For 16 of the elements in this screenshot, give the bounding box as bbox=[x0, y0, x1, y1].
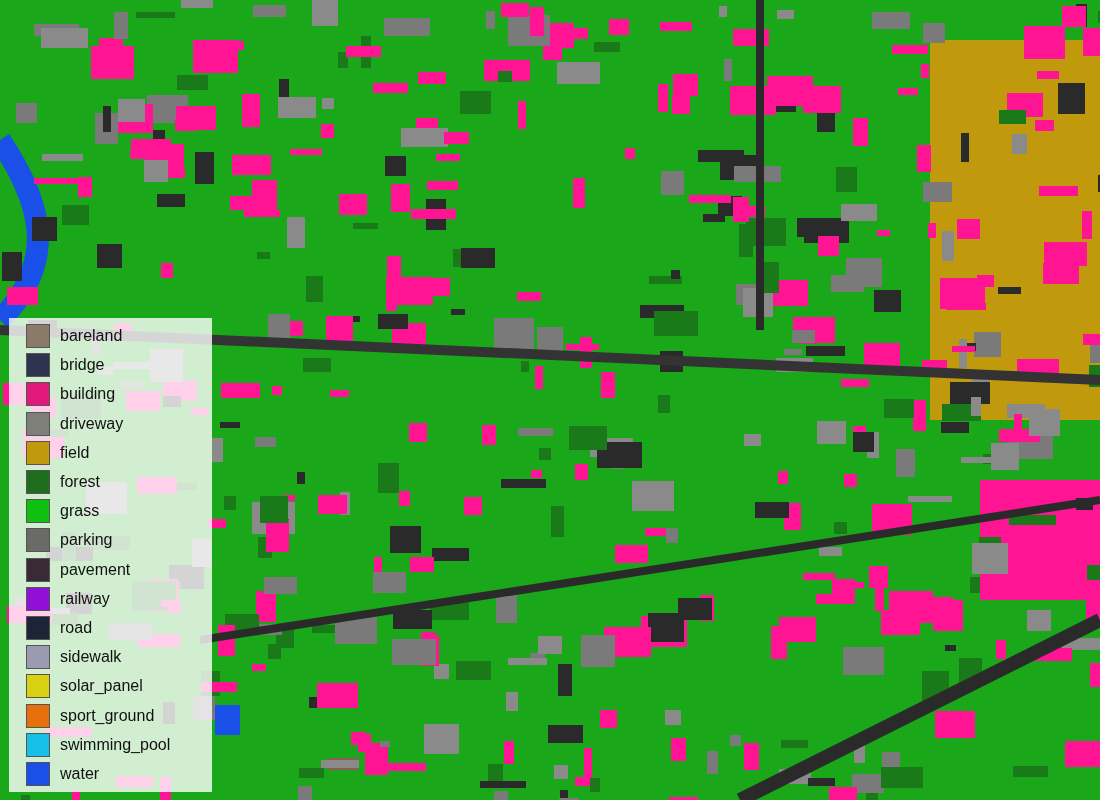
legend-label: water bbox=[60, 763, 100, 784]
legend-label: pavement bbox=[60, 559, 131, 580]
legend-label: field bbox=[60, 442, 90, 463]
legend-label: road bbox=[60, 617, 93, 638]
legend-label: swimming_pool bbox=[60, 734, 171, 755]
legend-label: forest bbox=[60, 472, 100, 493]
legend-label: sidewalk bbox=[60, 647, 122, 668]
legend-label: parking bbox=[60, 530, 113, 551]
legend-label: sport_ground bbox=[60, 705, 155, 726]
legend-label: bareland bbox=[60, 326, 123, 347]
legend-label: grass bbox=[60, 501, 100, 522]
legend-label: building bbox=[60, 384, 116, 405]
legend-label: driveway bbox=[60, 413, 124, 434]
legend-label: bridge bbox=[60, 355, 105, 376]
legend-label: railway bbox=[60, 588, 110, 609]
legend-label: solar_panel bbox=[60, 676, 143, 697]
